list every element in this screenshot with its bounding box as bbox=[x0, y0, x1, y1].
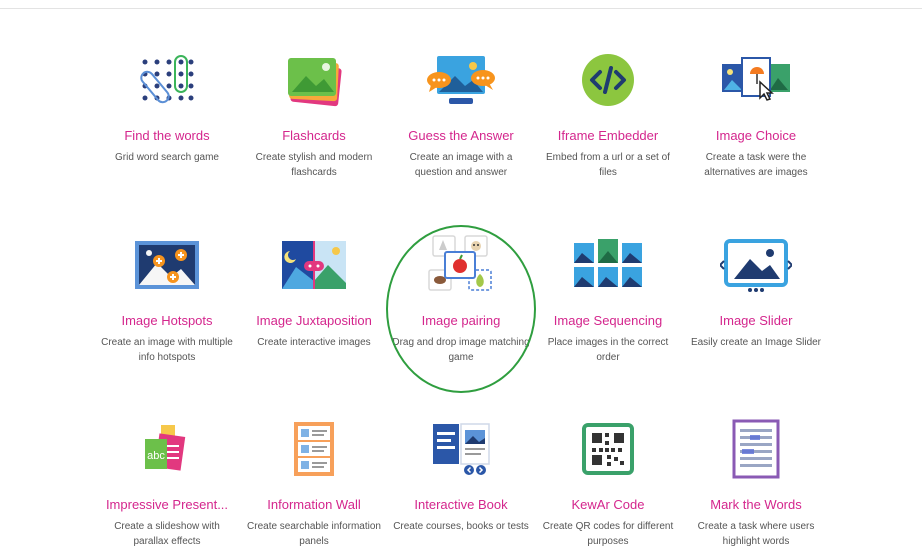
content-type-interactive-book[interactable]: Interactive Book Create courses, books o… bbox=[388, 413, 534, 534]
card-description: Create a task where users highlight word… bbox=[697, 521, 815, 547]
card-title[interactable]: Flashcards bbox=[241, 128, 387, 143]
image-slider-icon bbox=[683, 229, 829, 301]
card-title[interactable]: Mark the Words bbox=[683, 497, 829, 512]
hotspots-icon bbox=[94, 229, 240, 301]
sequencing-icon bbox=[535, 229, 681, 301]
content-type-guess-the-answer[interactable]: Guess the Answer Create an image with a … bbox=[388, 44, 534, 180]
card-description: Create an image with a question and answ… bbox=[409, 152, 513, 178]
card-title[interactable]: Find the words bbox=[94, 128, 240, 143]
card-description: Create searchable information panels bbox=[247, 521, 381, 547]
content-type-flashcards[interactable]: Flashcards Create stylish and modern fla… bbox=[241, 44, 387, 180]
card-description: Create courses, books or tests bbox=[393, 521, 529, 532]
card-title[interactable]: Image Choice bbox=[683, 128, 829, 143]
content-type-image-choice[interactable]: Image Choice Create a task were the alte… bbox=[683, 44, 829, 180]
card-title[interactable]: Image Sequencing bbox=[535, 313, 681, 328]
flashcards-icon bbox=[241, 44, 387, 116]
information-wall-icon bbox=[241, 413, 387, 485]
card-title[interactable]: Guess the Answer bbox=[388, 128, 534, 143]
content-type-iframe-embedder[interactable]: Iframe Embedder Embed from a url or a se… bbox=[535, 44, 681, 180]
card-description: Drag and drop image matching game bbox=[392, 337, 530, 363]
card-description: Easily create an Image Slider bbox=[690, 337, 822, 348]
guess-answer-icon bbox=[388, 44, 534, 116]
card-title[interactable]: Interactive Book bbox=[388, 497, 534, 512]
presentation-icon: abc bbox=[94, 413, 240, 485]
book-icon bbox=[388, 413, 534, 485]
card-title[interactable]: Image Hotspots bbox=[94, 313, 240, 328]
content-type-mark-the-words[interactable]: Mark the Words Create a task where users… bbox=[683, 413, 829, 549]
word-grid-icon bbox=[94, 44, 240, 116]
card-description: Grid word search game bbox=[115, 152, 219, 163]
content-type-information-wall[interactable]: Information Wall Create searchable infor… bbox=[241, 413, 387, 549]
mark-words-icon bbox=[683, 413, 829, 485]
content-type-image-hotspots[interactable]: Image Hotspots Create an image with mult… bbox=[94, 229, 240, 365]
card-title[interactable]: Image Slider bbox=[683, 313, 829, 328]
card-title[interactable]: Image Juxtaposition bbox=[241, 313, 387, 328]
content-type-image-slider[interactable]: Image Slider Easily create an Image Slid… bbox=[683, 229, 829, 350]
card-description: Embed from a url or a set of files bbox=[546, 152, 670, 178]
image-choice-icon bbox=[683, 44, 829, 116]
card-description: Create QR codes for different purposes bbox=[542, 521, 674, 547]
content-type-find-the-words[interactable]: Find the words Grid word search game bbox=[94, 44, 240, 165]
card-title[interactable]: Information Wall bbox=[241, 497, 387, 512]
card-title[interactable]: Image pairing bbox=[388, 313, 534, 328]
card-description: Create interactive images bbox=[257, 337, 371, 348]
juxtaposition-icon bbox=[241, 229, 387, 301]
card-title[interactable]: Iframe Embedder bbox=[535, 128, 681, 143]
svg-text:abc: abc bbox=[147, 450, 165, 462]
card-title[interactable]: KewAr Code bbox=[535, 497, 681, 512]
code-icon bbox=[535, 44, 681, 116]
card-title[interactable]: Impressive Present... bbox=[94, 497, 240, 512]
image-pairing-icon bbox=[388, 229, 534, 301]
content-type-image-pairing[interactable]: Image pairing Drag and drop image matchi… bbox=[388, 229, 534, 365]
qr-code-icon bbox=[535, 413, 681, 485]
card-description: Create a slideshow with parallax effects bbox=[114, 521, 220, 547]
card-description: Create an image with multiple info hotsp… bbox=[101, 337, 233, 363]
content-type-impressive-presentation[interactable]: abc Impressive Present... Create a slide… bbox=[94, 413, 240, 549]
top-divider bbox=[0, 8, 922, 9]
content-type-kewar-code[interactable]: KewAr Code Create QR codes for different… bbox=[535, 413, 681, 549]
content-type-image-juxtaposition[interactable]: Image Juxtaposition Create interactive i… bbox=[241, 229, 387, 350]
content-type-image-sequencing[interactable]: Image Sequencing Place images in the cor… bbox=[535, 229, 681, 365]
card-description: Place images in the correct order bbox=[547, 337, 669, 363]
card-description: Create a task were the alternatives are … bbox=[704, 152, 808, 178]
card-description: Create stylish and modern flashcards bbox=[255, 152, 373, 178]
